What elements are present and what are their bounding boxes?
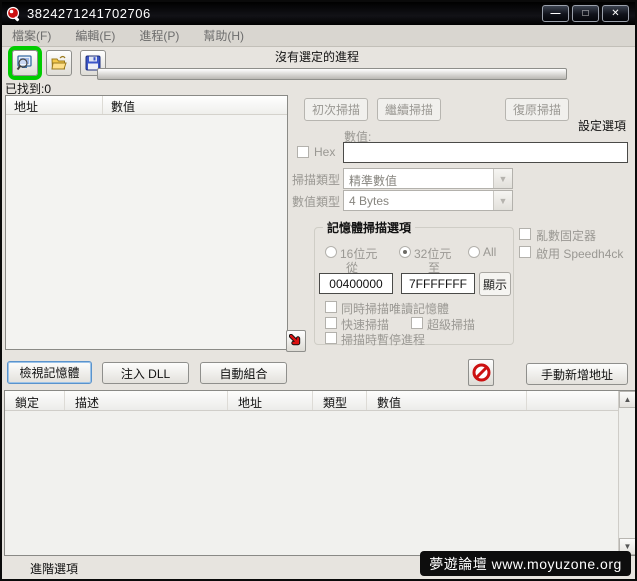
pause-process-checkbox[interactable]: [325, 332, 337, 344]
menu-edit[interactable]: 編輯(E): [75, 27, 115, 44]
scan-settings-arrow-button[interactable]: [286, 330, 306, 352]
scan-progress-bar: [97, 68, 567, 80]
readonly-memory-checkbox[interactable]: [325, 301, 337, 313]
no-entry-icon: [472, 363, 490, 382]
no-entry-button[interactable]: [468, 359, 494, 386]
col-frozen[interactable]: 鎖定: [5, 391, 65, 410]
open-file-button[interactable]: [46, 50, 72, 76]
hex-checkbox[interactable]: [297, 146, 309, 158]
value-type-value: 4 Bytes: [349, 194, 390, 208]
menu-process[interactable]: 進程(P): [139, 27, 179, 44]
app-icon: [6, 6, 20, 21]
menu-bar: 檔案(F) 編輯(E) 進程(P) 幫助(H): [2, 25, 635, 47]
speedhack-checkbox[interactable]: [519, 246, 531, 258]
readonly-memory-label: 同時掃描唯讀記憶體: [341, 302, 450, 316]
window-title: 3824271241702706: [27, 6, 151, 21]
speedhack-label: 啟用 Speedh4ck: [536, 247, 624, 261]
add-address-button[interactable]: 手動新增地址: [526, 363, 628, 385]
title-bar: 3824271241702706 — □ ✕: [2, 2, 635, 25]
watermark: 夢遊論壇 www.moyuzone.org: [420, 551, 631, 576]
table-scrollbar[interactable]: ▲ ▼: [618, 391, 635, 555]
minimize-button[interactable]: —: [542, 5, 569, 22]
chevron-down-icon[interactable]: ▼: [493, 191, 512, 210]
memory-group-title: 記憶體掃描選項: [323, 219, 416, 236]
view-memory-button[interactable]: 檢視記憶體: [7, 361, 92, 384]
undo-scan-button[interactable]: 復原掃描: [505, 98, 569, 121]
red-arrow-icon: [289, 334, 301, 346]
col-address[interactable]: 地址: [228, 391, 313, 410]
maximize-button[interactable]: □: [572, 5, 599, 22]
col-description[interactable]: 描述: [65, 391, 228, 410]
auto-assemble-button[interactable]: 自動組合: [200, 362, 287, 384]
hex-label: Hex: [314, 145, 336, 159]
value-type-combo[interactable]: 4 Bytes ▼: [343, 190, 513, 211]
memory-scan-options-group: 記憶體掃描選項 16位元 32位元 All 從 至 顯示 同時掃描唯讀記憶體 快…: [314, 219, 514, 347]
cheat-table-header: 鎖定 描述 地址 類型 數值: [5, 391, 635, 411]
fast-scan-checkbox[interactable]: [325, 317, 337, 329]
scan-type-value: 精準數值: [349, 174, 398, 188]
close-button[interactable]: ✕: [602, 5, 629, 22]
col-value[interactable]: 數值: [367, 391, 527, 410]
super-scan-checkbox[interactable]: [411, 317, 423, 329]
found-list-header: 地址 數值: [6, 96, 287, 115]
open-file-icon: [51, 55, 67, 70]
random-fixer-label: 亂數固定器: [536, 229, 597, 243]
col-type[interactable]: 類型: [313, 391, 367, 410]
inject-dll-button[interactable]: 注入 DLL: [102, 362, 189, 384]
found-col-address[interactable]: 地址: [6, 96, 103, 114]
menu-file[interactable]: 檔案(F): [12, 27, 51, 44]
select-process-button[interactable]: [12, 50, 38, 76]
super-scan-label: 超級掃描: [427, 318, 476, 332]
scroll-up-icon[interactable]: ▲: [619, 391, 635, 408]
random-fixer-checkbox[interactable]: [519, 228, 531, 240]
cheat-table[interactable]: 鎖定 描述 地址 類型 數值 ▲ ▼: [4, 390, 635, 556]
radio-16bit[interactable]: [325, 246, 337, 258]
found-address-list[interactable]: 地址 數值: [5, 95, 288, 350]
next-scan-button[interactable]: 繼續掃描: [377, 98, 441, 121]
process-status-label: 沒有選定的進程: [275, 50, 360, 64]
found-col-value[interactable]: 數值: [103, 96, 287, 114]
first-scan-button[interactable]: 初次掃描: [304, 98, 368, 121]
scan-start-input[interactable]: [319, 273, 393, 294]
select-process-icon: [16, 55, 32, 71]
pause-process-label: 掃描時暫停進程: [341, 333, 426, 347]
show-button[interactable]: 顯示: [479, 272, 511, 296]
main-window: 3824271241702706 — □ ✕ 檔案(F) 編輯(E) 進程(P)…: [0, 0, 637, 581]
settings-link[interactable]: 設定選項: [578, 117, 626, 134]
value-input[interactable]: [343, 142, 628, 163]
radio-32bit[interactable]: [399, 246, 411, 258]
menu-help[interactable]: 幫助(H): [203, 27, 244, 44]
chevron-down-icon[interactable]: ▼: [493, 169, 512, 188]
value-type-label: 數值類型: [292, 195, 341, 209]
scan-type-combo[interactable]: 精準數值 ▼: [343, 168, 513, 189]
radio-all-label: All: [483, 245, 497, 259]
advanced-options-link[interactable]: 進階選項: [30, 560, 78, 577]
radio-all[interactable]: [468, 246, 480, 258]
scan-type-label: 掃描類型: [292, 173, 341, 187]
scan-stop-input[interactable]: [401, 273, 475, 294]
